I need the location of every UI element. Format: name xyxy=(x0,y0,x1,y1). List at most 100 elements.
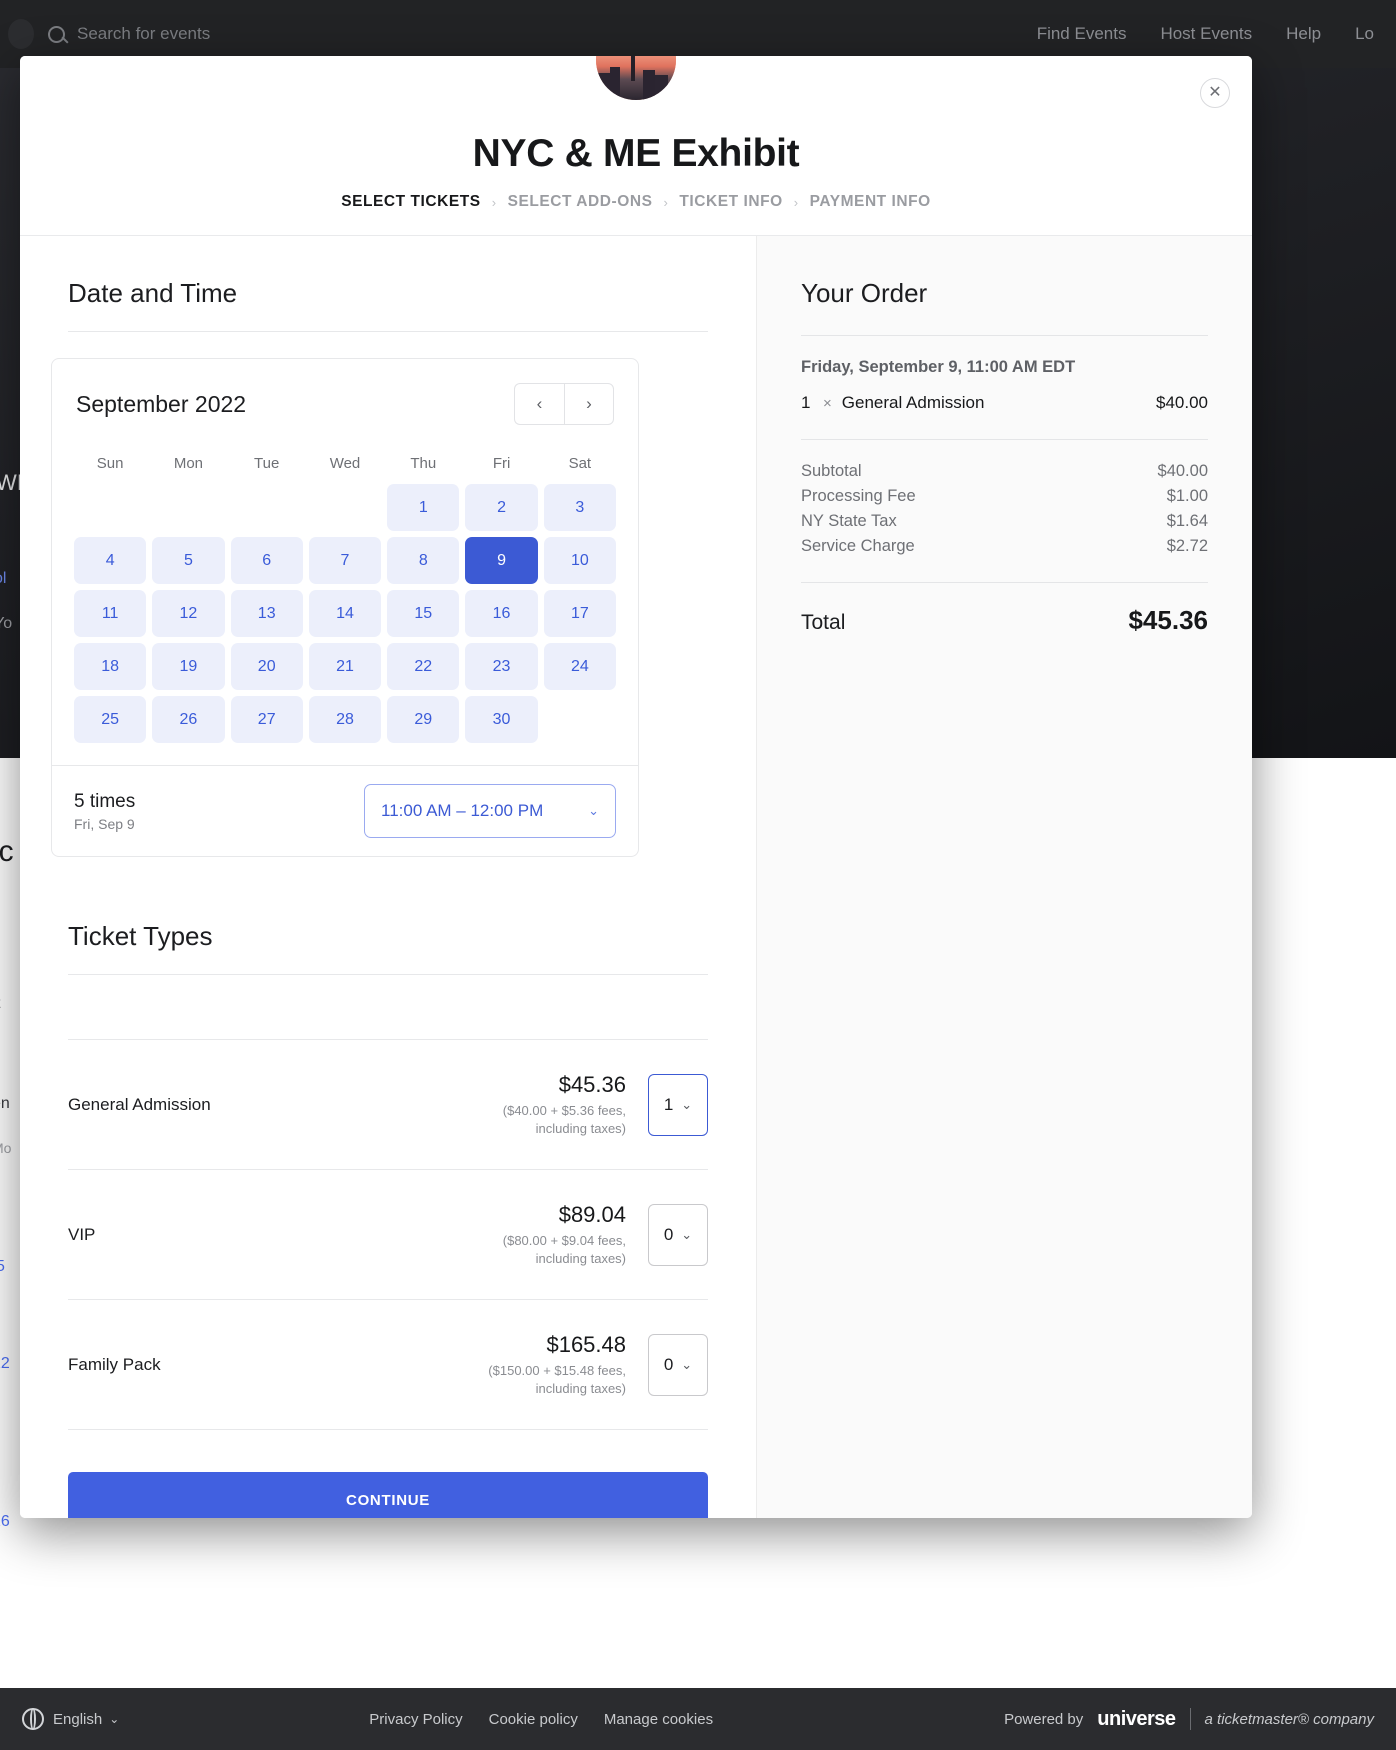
calendar-day-5[interactable]: 5 xyxy=(152,537,225,584)
order-summary-panel: Your Order Friday, September 9, 11:00 AM… xyxy=(756,236,1252,1518)
order-item: 1 × General Admission $40.00 xyxy=(801,393,1208,413)
calendar-day-24[interactable]: 24 xyxy=(543,643,616,690)
search-placeholder: Search for events xyxy=(77,24,211,43)
nav-help[interactable]: Help xyxy=(1286,24,1321,44)
times-summary: 5 times Fri, Sep 9 xyxy=(74,791,135,832)
calendar-day-3[interactable]: 3 xyxy=(543,484,616,531)
chevron-left-icon[interactable]: ‹ xyxy=(514,383,564,425)
calendar-day-11[interactable]: 11 xyxy=(74,590,147,637)
event-avatar xyxy=(592,56,680,104)
nav-login[interactable]: Lo xyxy=(1355,24,1374,44)
calendar-day-25[interactable]: 25 xyxy=(74,696,147,743)
calendar-day-2[interactable]: 2 xyxy=(465,484,538,531)
calendar-day-7[interactable]: 7 xyxy=(308,537,382,584)
date-time-section: Date and Time xyxy=(20,236,756,332)
calendar-day-16[interactable]: 16 xyxy=(465,590,538,637)
ticket-quantity-value: 0 xyxy=(663,1354,674,1374)
ticket-quantity-value: 0 xyxy=(663,1224,674,1244)
ticket-price: $45.36 xyxy=(558,1072,626,1097)
ticket-list: General Admission $45.36 ($40.00 + $5.36 f… xyxy=(20,1039,756,1431)
calendar-day-29[interactable]: 29 xyxy=(387,696,460,743)
powered-by-label: Powered by xyxy=(1004,1710,1084,1728)
footer-link-privacy-policy[interactable]: Privacy Policy xyxy=(369,1711,462,1728)
ticket-fees: ($80.00 + $9.04 fees, including taxes) xyxy=(502,1233,626,1266)
order-heading: Your Order xyxy=(801,278,928,308)
calendar-day-13[interactable]: 13 xyxy=(230,590,303,637)
calendar-day-26[interactable]: 26 xyxy=(152,696,225,743)
ticket-price-box: $89.04 ($80.00 + $9.04 fees, including ta… xyxy=(476,1202,626,1267)
calendar-day-21[interactable]: 21 xyxy=(308,643,382,690)
calendar-day-4[interactable]: 4 xyxy=(74,537,147,584)
calendar-day-23[interactable]: 23 xyxy=(465,643,538,690)
calendar-day-20[interactable]: 20 xyxy=(230,643,303,690)
calendar-day-30[interactable]: 30 xyxy=(465,696,538,743)
ticket-price: $165.48 xyxy=(546,1332,626,1358)
step-ticket-info[interactable]: TICKET INFO xyxy=(679,193,782,211)
order-fee-row: Processing Fee $1.00 xyxy=(801,487,1208,506)
calendar-day-empty xyxy=(309,484,381,531)
order-date-line: Friday, September 9, 11:00 AM EDT xyxy=(801,358,1076,376)
language-selector[interactable]: English xyxy=(53,1711,102,1728)
ticket-name: General Admission xyxy=(68,1094,211,1114)
calendar-day-empty xyxy=(152,484,224,531)
calendar-day-6[interactable]: 6 xyxy=(230,537,303,584)
calendar-day-17[interactable]: 17 xyxy=(543,590,616,637)
calendar-day-14[interactable]: 14 xyxy=(308,590,382,637)
chevron-right-icon[interactable]: › xyxy=(564,383,614,425)
footer-link-manage-cookies[interactable]: Manage cookies xyxy=(604,1711,713,1728)
ticket-quantity-select[interactable]: 1 ⌄ xyxy=(648,1073,708,1136)
step-select-tickets[interactable]: SELECT TICKETS xyxy=(341,193,480,211)
divider xyxy=(68,331,708,332)
site-logo[interactable] xyxy=(8,19,34,49)
divider xyxy=(801,335,1208,336)
bg-fragment-ic: ic xyxy=(0,835,14,868)
ticket-fees: ($150.00 + $15.48 fees, including taxes) xyxy=(488,1363,626,1396)
nav-find-events[interactable]: Find Events xyxy=(1037,24,1127,44)
ticket-quantity-select[interactable]: 0 ⌄ xyxy=(648,1203,708,1266)
universe-logo: universe xyxy=(1097,1707,1176,1730)
close-icon[interactable]: ✕ xyxy=(1200,78,1230,108)
ticket-quantity-select[interactable]: 0 ⌄ xyxy=(648,1333,708,1396)
calendar-dow-mon: Mon xyxy=(173,455,204,472)
footer-link-cookie-policy[interactable]: Cookie policy xyxy=(489,1711,578,1728)
calendar-day-27[interactable]: 27 xyxy=(230,696,303,743)
step-payment-info[interactable]: PAYMENT INFO xyxy=(810,193,931,211)
ticket-price-box: $165.48 ($150.00 + $15.48 fees, including… xyxy=(476,1332,626,1397)
divider xyxy=(1189,1708,1191,1730)
calendar-day-28[interactable]: 28 xyxy=(308,696,382,743)
site-footer: English ⌄ Privacy Policy Cookie policy M… xyxy=(0,1688,1396,1750)
continue-button[interactable]: CONTINUE xyxy=(68,1472,708,1518)
checkout-modal: ✕ NYC & ME Exhibit SELECT TICKETS › SELE… xyxy=(20,56,1252,1518)
calendar-day-1[interactable]: 1 xyxy=(387,484,460,531)
chevron-down-icon: ⌄ xyxy=(588,803,599,818)
nav-host-events[interactable]: Host Events xyxy=(1160,24,1252,44)
calendar-dow-thu: Thu xyxy=(410,455,437,472)
calendar-day-18[interactable]: 18 xyxy=(74,643,147,690)
search-input[interactable]: Search for events xyxy=(48,24,210,44)
calendar-day-15[interactable]: 15 xyxy=(387,590,460,637)
order-item-qty: 1 xyxy=(801,393,811,412)
bg-fragment-mo: Mo xyxy=(0,1140,12,1156)
calendar-dow-wed: Wed xyxy=(329,455,361,472)
time-select[interactable]: 11:00 AM – 12:00 PM ⌄ xyxy=(364,784,616,838)
calendar-day-9[interactable]: 9 xyxy=(465,537,538,584)
divider xyxy=(68,974,708,975)
order-total-label: Total xyxy=(801,611,846,634)
tickets-panel: Date and Time September 2022 ‹ › Sun Mon T… xyxy=(20,236,756,1518)
calendar-day-19[interactable]: 19 xyxy=(152,643,225,690)
order-fee-row: Subtotal $40.00 xyxy=(801,462,1208,481)
page-root: Search for events Find Events Host Event… xyxy=(0,0,1396,1750)
calendar-dow-fri: Fri xyxy=(492,455,511,472)
step-select-add-ons[interactable]: SELECT ADD-ONS xyxy=(508,193,653,211)
calendar-day-22[interactable]: 22 xyxy=(387,643,460,690)
step-separator-icon: › xyxy=(793,194,799,210)
order-fee-amount: $40.00 xyxy=(1157,462,1208,480)
times-count: 5 times xyxy=(74,790,136,812)
bg-fragment-en: en xyxy=(0,1095,10,1112)
calendar-day-12[interactable]: 12 xyxy=(152,590,225,637)
calendar-dow-sat: Sat xyxy=(568,455,592,472)
checkout-steps: SELECT TICKETS › SELECT ADD-ONS › TICKET… xyxy=(20,193,1252,211)
calendar-day-8[interactable]: 8 xyxy=(387,537,460,584)
calendar-day-10[interactable]: 10 xyxy=(543,537,616,584)
multiply-icon: × xyxy=(823,394,832,412)
